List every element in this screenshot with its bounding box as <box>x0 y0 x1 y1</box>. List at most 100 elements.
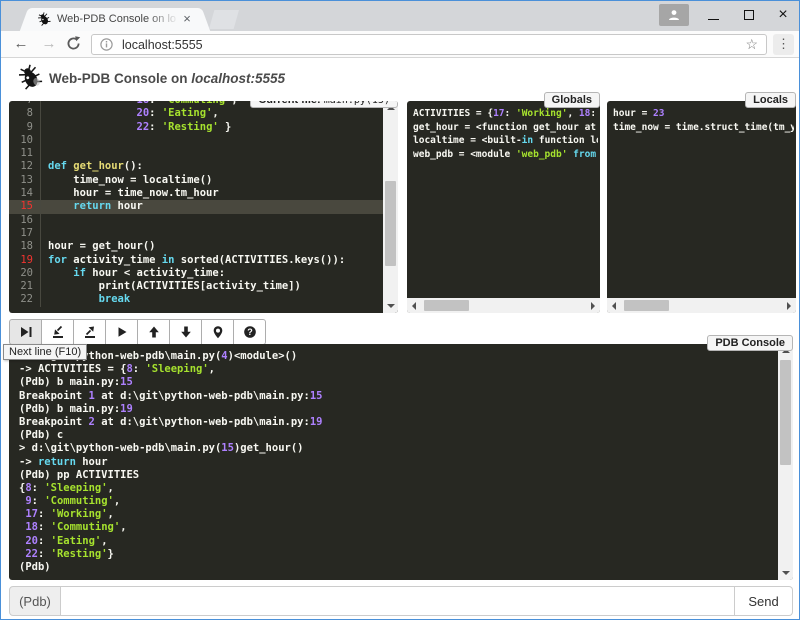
code-token: (Pdb) <box>19 561 51 573</box>
editor-line-11: 11 <box>9 147 383 160</box>
editor-line-15: 15 return hour <box>9 200 383 213</box>
scroll-down-arrow[interactable] <box>383 298 398 313</box>
code-token: , <box>114 495 120 507</box>
code-token: 22 <box>25 548 38 560</box>
code-token: , <box>101 535 107 547</box>
help-icon: ? <box>243 325 257 339</box>
code-token: , <box>120 521 126 533</box>
code-text: print(ACTIVITIES[activity_time]) <box>41 280 301 293</box>
bookmark-star-icon[interactable]: ☆ <box>745 36 758 53</box>
help-button[interactable]: ? <box>233 319 266 345</box>
code-token: 18 <box>25 521 38 533</box>
scroll-down-arrow[interactable] <box>778 565 793 580</box>
line-number[interactable]: 10 <box>9 134 41 147</box>
globals-label: Globals <box>544 92 600 108</box>
command-input[interactable] <box>61 586 735 616</box>
tab-close-icon[interactable]: × <box>179 11 195 27</box>
frame-up-button[interactable] <box>137 319 170 345</box>
command-bar: (Pdb) Send <box>9 586 793 616</box>
code-token: in <box>162 254 175 266</box>
line-number[interactable]: 11 <box>9 147 41 160</box>
continue-button[interactable] <box>105 319 138 345</box>
code-token: 18 <box>137 101 150 106</box>
code-token: 19 <box>310 416 323 428</box>
current-file-panel: Current file: main.py(15) 7 18: 'Commuti… <box>9 101 398 313</box>
editor-line-17: 17 <box>9 227 383 240</box>
code-token: (Pdb) b main.py: <box>19 403 120 415</box>
code-token: if <box>73 267 86 279</box>
code-token: : <box>590 108 598 119</box>
frame-down-button[interactable] <box>169 319 202 345</box>
new-tab-button[interactable] <box>209 10 239 29</box>
next-line-button[interactable] <box>9 319 42 345</box>
globals-hscroll-thumb[interactable] <box>424 300 469 311</box>
scroll-left-arrow[interactable] <box>607 298 622 313</box>
reload-button[interactable] <box>65 35 82 57</box>
scroll-left-arrow[interactable] <box>407 298 422 313</box>
address-bar[interactable]: localhost:5555 ☆ <box>91 34 767 55</box>
where-button[interactable] <box>201 319 234 345</box>
code-token: 'Commuting' <box>162 101 232 106</box>
editor-line-21: 21 print(ACTIVITIES[activity_time]) <box>9 280 383 293</box>
line-number[interactable]: 12 <box>9 160 41 173</box>
code-token: : <box>38 535 51 547</box>
breakpoint-line-number[interactable]: 19 <box>9 254 41 267</box>
info-icon[interactable] <box>100 38 113 51</box>
code-token: > d:\git\python-web-pdb\main.py( <box>19 442 221 454</box>
page-title-prefix: Web-PDB Console on <box>49 71 191 86</box>
step-out-icon <box>83 325 97 339</box>
step-out-button[interactable] <box>73 319 106 345</box>
next-line-icon <box>19 325 33 339</box>
code-token: -> ACTIVITIES = { <box>19 363 126 375</box>
console-line: 20: 'Eating', <box>19 535 777 548</box>
code-token: 'web_pdb' <box>516 149 567 160</box>
editor-vscrollbar[interactable] <box>383 101 398 313</box>
line-number[interactable]: 21 <box>9 280 41 293</box>
code-token: 'Resting' <box>162 121 219 133</box>
browser-tab[interactable]: Web-PDB Console on lo × <box>31 8 199 31</box>
arrow-down-icon <box>179 325 193 339</box>
editor-line-18: 18hour = get_hour() <box>9 240 383 253</box>
send-button[interactable]: Send <box>735 586 793 616</box>
line-number[interactable]: 16 <box>9 214 41 227</box>
breakpoint-line-number[interactable]: 15 <box>9 200 41 213</box>
code-token <box>48 121 137 133</box>
minimize-button[interactable] <box>699 1 727 29</box>
code-token: function localtime> <box>533 135 598 146</box>
arrow-up-icon <box>147 325 161 339</box>
forward-button[interactable]: → <box>37 33 61 55</box>
line-number[interactable]: 18 <box>9 240 41 253</box>
line-number[interactable]: 17 <box>9 227 41 240</box>
locals-hscrollbar[interactable] <box>607 298 796 313</box>
editor-vscroll-thumb[interactable] <box>385 181 396 266</box>
console-line: (Pdb) pp ACTIVITIES <box>19 469 777 482</box>
line-number[interactable]: 8 <box>9 107 41 120</box>
console-vscroll-thumb[interactable] <box>780 360 791 465</box>
line-number[interactable]: 22 <box>9 293 41 306</box>
back-button[interactable]: ← <box>9 33 33 55</box>
console-vscrollbar[interactable] <box>778 344 793 580</box>
locals-hscroll-thumb[interactable] <box>624 300 669 311</box>
scroll-right-arrow[interactable] <box>781 298 796 313</box>
code-token: 15 <box>120 376 133 388</box>
code-token: (Pdb) c <box>19 429 63 441</box>
code-token <box>48 200 73 212</box>
line-number[interactable]: 9 <box>9 121 41 134</box>
browser-menu-button[interactable]: ⋮ <box>773 34 794 55</box>
console-line: (Pdb) b main.py:19 <box>19 403 777 416</box>
maximize-button[interactable] <box>735 1 763 29</box>
line-number[interactable]: 20 <box>9 267 41 280</box>
code-text: 22: 'Resting' } <box>41 121 231 134</box>
code-token: Breakpoint <box>19 390 89 402</box>
editor-line-16: 16 <box>9 214 383 227</box>
close-window-button[interactable]: × <box>769 1 797 29</box>
console-line: 22: 'Resting'} <box>19 548 777 561</box>
step-into-button[interactable] <box>41 319 74 345</box>
editor-line-22: 22 break <box>9 293 383 306</box>
line-number[interactable]: 14 <box>9 187 41 200</box>
scroll-right-arrow[interactable] <box>585 298 600 313</box>
code-text: 20: 'Eating', <box>41 107 219 120</box>
line-number[interactable]: 13 <box>9 174 41 187</box>
profile-button[interactable] <box>659 4 689 26</box>
globals-hscrollbar[interactable] <box>407 298 600 313</box>
